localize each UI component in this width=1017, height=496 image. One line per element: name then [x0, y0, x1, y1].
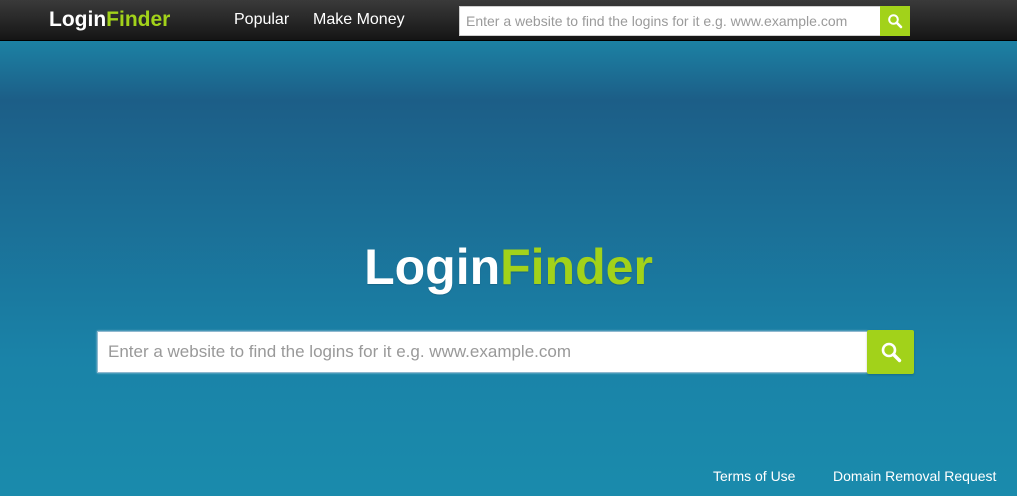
- main-search-input[interactable]: [97, 331, 868, 373]
- header-search: [459, 6, 910, 36]
- top-navbar: LoginFinder Popular Make Money: [0, 0, 1017, 41]
- terms-of-use-link[interactable]: Terms of Use: [713, 468, 795, 484]
- hero-logo: LoginFinder: [0, 238, 1017, 296]
- header-search-input[interactable]: [459, 6, 880, 36]
- domain-removal-request-link[interactable]: Domain Removal Request: [833, 468, 996, 484]
- main-search-button[interactable]: [867, 330, 914, 374]
- site-logo[interactable]: LoginFinder: [49, 8, 170, 32]
- logo-login-text: Login: [49, 8, 107, 31]
- search-icon: [881, 342, 901, 363]
- search-icon: [888, 14, 903, 29]
- header-search-button[interactable]: [880, 6, 910, 36]
- main-search: [97, 330, 914, 374]
- hero-logo-login-text: Login: [364, 239, 501, 295]
- nav-make-money-link[interactable]: Make Money: [313, 10, 405, 30]
- hero-logo-finder-text: Finder: [500, 239, 653, 295]
- logo-finder-text: Finder: [106, 8, 171, 31]
- page: LoginFinder Popular Make Money LoginFind…: [0, 0, 1017, 496]
- nav-popular-link[interactable]: Popular: [234, 10, 289, 30]
